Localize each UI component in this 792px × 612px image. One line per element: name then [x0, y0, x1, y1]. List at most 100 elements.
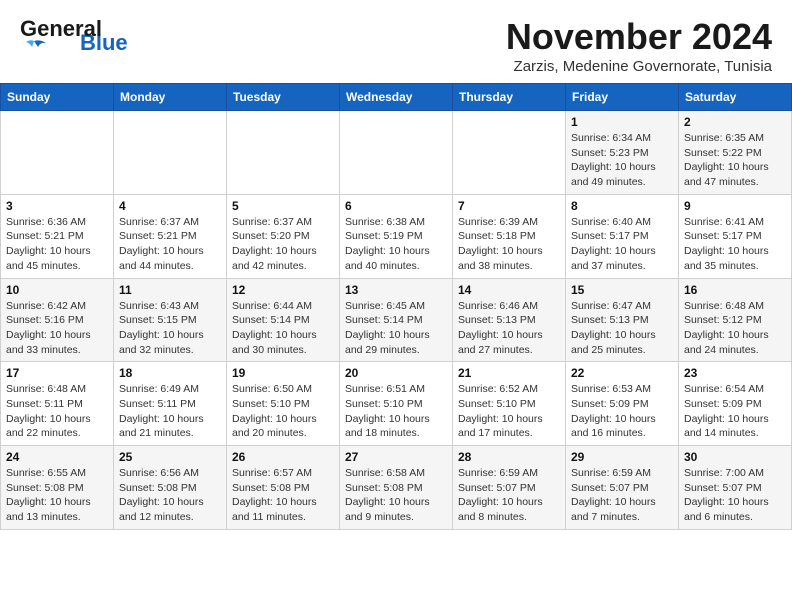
- cell-day-info: Sunrise: 6:42 AMSunset: 5:16 PMDaylight:…: [6, 299, 108, 358]
- cell-day-info: Sunrise: 6:40 AMSunset: 5:17 PMDaylight:…: [571, 215, 673, 274]
- weekday-header-wednesday: Wednesday: [340, 84, 453, 111]
- cell-day-info: Sunrise: 6:38 AMSunset: 5:19 PMDaylight:…: [345, 215, 447, 274]
- cell-day-info: Sunrise: 6:59 AMSunset: 5:07 PMDaylight:…: [571, 466, 673, 525]
- cell-day-number: 25: [119, 450, 221, 464]
- cell-day-info: Sunrise: 6:59 AMSunset: 5:07 PMDaylight:…: [458, 466, 560, 525]
- cell-day-info: Sunrise: 7:00 AMSunset: 5:07 PMDaylight:…: [684, 466, 786, 525]
- page-header: General Blue November 2024 Zarzis, Meden…: [0, 0, 792, 83]
- cell-day-info: Sunrise: 6:43 AMSunset: 5:15 PMDaylight:…: [119, 299, 221, 358]
- calendar-cell: [453, 111, 566, 195]
- calendar-cell: 14 Sunrise: 6:46 AMSunset: 5:13 PMDayligh…: [453, 278, 566, 362]
- calendar-cell: 4 Sunrise: 6:37 AMSunset: 5:21 PMDaylight…: [114, 194, 227, 278]
- calendar-cell: 5 Sunrise: 6:37 AMSunset: 5:20 PMDaylight…: [227, 194, 340, 278]
- cell-day-info: Sunrise: 6:37 AMSunset: 5:21 PMDaylight:…: [119, 215, 221, 274]
- calendar-cell: 17Sunrise: 6:48 AMSunset: 5:11 PMDayligh…: [1, 362, 114, 446]
- calendar-cell: 6 Sunrise: 6:38 AMSunset: 5:19 PMDaylight…: [340, 194, 453, 278]
- calendar-cell: 26 Sunrise: 6:57 AMSunset: 5:08 PMDayligh…: [227, 446, 340, 530]
- calendar-cell: 20Sunrise: 6:51 AMSunset: 5:10 PMDayligh…: [340, 362, 453, 446]
- cell-day-number: 28: [458, 450, 560, 464]
- cell-day-number: 26: [232, 450, 334, 464]
- logo: General Blue: [20, 16, 128, 56]
- cell-day-info: Sunrise: 6:39 AMSunset: 5:18 PMDaylight:…: [458, 215, 560, 274]
- calendar-cell: 27 Sunrise: 6:58 AMSunset: 5:08 PMDayligh…: [340, 446, 453, 530]
- cell-day-number: 18: [119, 366, 221, 380]
- cell-day-number: 10: [6, 283, 108, 297]
- calendar-week-5: 24 Sunrise: 6:55 AMSunset: 5:08 PMDayligh…: [1, 446, 792, 530]
- calendar-cell: 16 Sunrise: 6:48 AMSunset: 5:12 PMDayligh…: [679, 278, 792, 362]
- cell-day-info: Sunrise: 6:44 AMSunset: 5:14 PMDaylight:…: [232, 299, 334, 358]
- cell-day-number: 11: [119, 283, 221, 297]
- cell-day-info: Sunrise: 6:37 AMSunset: 5:20 PMDaylight:…: [232, 215, 334, 274]
- cell-day-info: Sunrise: 6:48 AMSunset: 5:12 PMDaylight:…: [684, 299, 786, 358]
- cell-day-info: Sunrise: 6:58 AMSunset: 5:08 PMDaylight:…: [345, 466, 447, 525]
- cell-day-number: 20: [345, 366, 447, 380]
- cell-day-number: 16: [684, 283, 786, 297]
- calendar-cell: 7 Sunrise: 6:39 AMSunset: 5:18 PMDaylight…: [453, 194, 566, 278]
- calendar-cell: 25Sunrise: 6:56 AMSunset: 5:08 PMDayligh…: [114, 446, 227, 530]
- calendar-week-1: 1 Sunrise: 6:34 AMSunset: 5:23 PMDaylight…: [1, 111, 792, 195]
- weekday-header-monday: Monday: [114, 84, 227, 111]
- cell-day-number: 6: [345, 199, 447, 213]
- cell-day-number: 12: [232, 283, 334, 297]
- cell-day-number: 29: [571, 450, 673, 464]
- cell-day-number: 27: [345, 450, 447, 464]
- cell-day-number: 5: [232, 199, 334, 213]
- calendar-cell: 15 Sunrise: 6:47 AMSunset: 5:13 PMDayligh…: [566, 278, 679, 362]
- cell-day-number: 24: [6, 450, 108, 464]
- calendar-cell: 18 Sunrise: 6:49 AMSunset: 5:11 PMDayligh…: [114, 362, 227, 446]
- calendar-cell: 24 Sunrise: 6:55 AMSunset: 5:08 PMDayligh…: [1, 446, 114, 530]
- calendar-cell: 13 Sunrise: 6:45 AMSunset: 5:14 PMDayligh…: [340, 278, 453, 362]
- cell-day-number: 14: [458, 283, 560, 297]
- cell-day-info: Sunrise: 6:53 AMSunset: 5:09 PMDaylight:…: [571, 382, 673, 441]
- cell-day-info: Sunrise: 6:36 AMSunset: 5:21 PMDaylight:…: [6, 215, 108, 274]
- calendar-cell: 1 Sunrise: 6:34 AMSunset: 5:23 PMDaylight…: [566, 111, 679, 195]
- calendar-cell: 23 Sunrise: 6:54 AMSunset: 5:09 PMDayligh…: [679, 362, 792, 446]
- calendar-week-4: 17Sunrise: 6:48 AMSunset: 5:11 PMDayligh…: [1, 362, 792, 446]
- calendar-table: SundayMondayTuesdayWednesdayThursdayFrid…: [0, 83, 792, 530]
- title-block: November 2024 Zarzis, Medenine Governora…: [506, 16, 772, 75]
- calendar-cell: 21Sunrise: 6:52 AMSunset: 5:10 PMDayligh…: [453, 362, 566, 446]
- cell-day-number: 1: [571, 115, 673, 129]
- logo-bird-icon: [20, 39, 48, 55]
- cell-day-info: Sunrise: 6:46 AMSunset: 5:13 PMDaylight:…: [458, 299, 560, 358]
- calendar-cell: 10 Sunrise: 6:42 AMSunset: 5:16 PMDayligh…: [1, 278, 114, 362]
- cell-day-number: 7: [458, 199, 560, 213]
- cell-day-number: 30: [684, 450, 786, 464]
- cell-day-info: Sunrise: 6:55 AMSunset: 5:08 PMDaylight:…: [6, 466, 108, 525]
- cell-day-info: Sunrise: 6:48 AMSunset: 5:11 PMDaylight:…: [6, 382, 108, 441]
- cell-day-number: 8: [571, 199, 673, 213]
- cell-day-number: 21: [458, 366, 560, 380]
- cell-day-number: 15: [571, 283, 673, 297]
- cell-day-info: Sunrise: 6:57 AMSunset: 5:08 PMDaylight:…: [232, 466, 334, 525]
- calendar-week-2: 3Sunrise: 6:36 AMSunset: 5:21 PMDaylight…: [1, 194, 792, 278]
- cell-day-number: 4: [119, 199, 221, 213]
- weekday-header-friday: Friday: [566, 84, 679, 111]
- weekday-header-sunday: Sunday: [1, 84, 114, 111]
- cell-day-number: 23: [684, 366, 786, 380]
- cell-day-info: Sunrise: 6:50 AMSunset: 5:10 PMDaylight:…: [232, 382, 334, 441]
- weekday-header-thursday: Thursday: [453, 84, 566, 111]
- calendar-cell: 22Sunrise: 6:53 AMSunset: 5:09 PMDayligh…: [566, 362, 679, 446]
- calendar-cell: 8 Sunrise: 6:40 AMSunset: 5:17 PMDaylight…: [566, 194, 679, 278]
- cell-day-info: Sunrise: 6:54 AMSunset: 5:09 PMDaylight:…: [684, 382, 786, 441]
- weekday-header-saturday: Saturday: [679, 84, 792, 111]
- calendar-cell: [227, 111, 340, 195]
- calendar-cell: 2Sunrise: 6:35 AMSunset: 5:22 PMDaylight…: [679, 111, 792, 195]
- calendar-cell: [340, 111, 453, 195]
- cell-day-number: 2: [684, 115, 786, 129]
- cell-day-info: Sunrise: 6:45 AMSunset: 5:14 PMDaylight:…: [345, 299, 447, 358]
- weekday-header-row: SundayMondayTuesdayWednesdayThursdayFrid…: [1, 84, 792, 111]
- location-subtitle: Zarzis, Medenine Governorate, Tunisia: [506, 58, 772, 75]
- calendar-cell: 28 Sunrise: 6:59 AMSunset: 5:07 PMDayligh…: [453, 446, 566, 530]
- cell-day-number: 13: [345, 283, 447, 297]
- cell-day-info: Sunrise: 6:34 AMSunset: 5:23 PMDaylight:…: [571, 131, 673, 190]
- cell-day-info: Sunrise: 6:49 AMSunset: 5:11 PMDaylight:…: [119, 382, 221, 441]
- calendar-cell: [114, 111, 227, 195]
- cell-day-number: 9: [684, 199, 786, 213]
- month-title: November 2024: [506, 16, 772, 58]
- cell-day-number: 19: [232, 366, 334, 380]
- logo-text: General: [20, 16, 102, 41]
- cell-day-info: Sunrise: 6:47 AMSunset: 5:13 PMDaylight:…: [571, 299, 673, 358]
- calendar-cell: [1, 111, 114, 195]
- calendar-cell: 9Sunrise: 6:41 AMSunset: 5:17 PMDaylight…: [679, 194, 792, 278]
